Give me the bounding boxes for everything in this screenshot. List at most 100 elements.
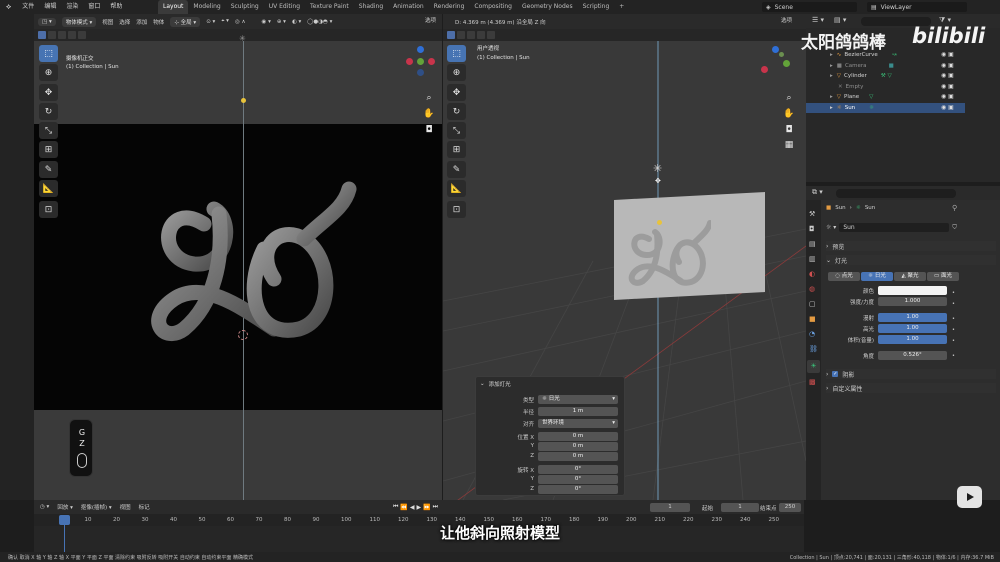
render-tab-icon[interactable]: ◘ [809,225,815,233]
cursor-tool-icon[interactable]: ⊕ [39,64,58,81]
properties-editor-icon[interactable]: ⧉ ▾ [812,188,823,197]
play-icon[interactable]: ▶ [417,504,422,511]
display-mode-icon[interactable]: ▤ ▾ [834,16,846,24]
adj-align-dropdown[interactable]: 世界环境 ▾ [538,419,618,428]
x-neg-axis-icon[interactable] [428,58,435,65]
diffuse-field[interactable]: 1.00 [878,313,947,322]
color-swatch[interactable] [878,286,947,295]
light-data-tab-icon[interactable]: ☀ [807,360,820,373]
eye-icon[interactable]: ◉ ▣ [941,71,965,82]
transform-tool-icon-r[interactable]: ⊞ [447,141,466,158]
camera-view-icon[interactable]: ◘ [423,124,435,136]
orientation-dropdown[interactable]: ⊹ 全局 ▾ [170,16,201,27]
rotate-tool-icon-r[interactable]: ↻ [447,103,466,120]
expand-icon[interactable]: ▸ [830,105,833,111]
point-light-button[interactable]: ◌ 点光 [828,272,860,281]
options-dropdown-r[interactable]: 选项 [781,16,792,24]
tab-geometry-nodes[interactable]: Geometry Nodes [517,0,578,14]
adj-loc-z-field[interactable]: 0 m [538,452,618,461]
custom-properties-header[interactable]: › 自定义属性 [826,383,996,393]
physics-tab-icon[interactable]: ◔ [809,330,815,338]
adj-rot-z-field[interactable]: 0° [538,485,618,494]
properties-search-input[interactable] [836,189,956,198]
sun-handle-r[interactable] [657,220,662,225]
select-mode-extend-icon-r[interactable] [457,31,465,39]
expand-icon[interactable]: ▸ [830,52,833,58]
next-key-icon[interactable]: ⏩ [423,504,430,511]
x-axis-icon-r[interactable] [761,66,768,73]
shadow-checkbox[interactable]: ✓ [832,371,839,377]
area-light-button[interactable]: ▭ 面光 [927,272,959,281]
select-mode-invert-icon-r[interactable] [477,31,485,39]
menu-help[interactable]: 帮助 [105,0,127,14]
menu-select[interactable]: 选择 [119,18,130,26]
pivot-icon[interactable]: ⊙ ▾ [206,19,215,25]
select-mode-extend-icon[interactable] [48,31,56,39]
jump-end-icon[interactable]: ⏭ [433,503,438,511]
menu-view-tl[interactable]: 视图 [120,503,131,511]
keyframe-dot-angle[interactable]: • [952,353,955,359]
jump-start-icon[interactable]: ⏮ [393,503,398,511]
move-tool-icon[interactable]: ✥ [39,84,58,101]
current-frame-field[interactable]: 1 [650,503,690,512]
menu-playback[interactable]: 回放 ▾ [57,503,73,511]
sun-light-button[interactable]: ☼ 日光 [861,272,893,281]
keyframe-dots-2[interactable]: • • • [952,314,955,347]
texture-tab-icon[interactable]: ▩ [809,378,816,386]
fake-user-icon[interactable]: ⛉ [952,224,957,232]
select-box-tool-icon[interactable]: ⬚ [39,45,58,62]
editor-type-button[interactable]: ◳ ▾ [38,17,56,26]
adj-loc-x-field[interactable]: 0 m [538,432,618,441]
y-neg-axis-icon-r[interactable] [779,52,784,57]
properties-panel[interactable]: ⧉ ▾ ⚒ ◘ ▤ ▥ ◐ ◍ ▢ ■ ◔ ⛓ ☀ ▩ ■ Sun › ☼ Su… [806,186,1000,500]
sun-handle[interactable] [241,98,246,103]
world-tab-icon[interactable]: ◍ [809,285,815,293]
adj-loc-y-field[interactable]: 0 m [538,442,618,451]
visibility-toggles[interactable]: ◉ ▣ ◉ ▣ ◉ ▣ ◉ ▣ ◉ ▣ ◉ ▣ [941,50,965,113]
object-mode-dropdown[interactable]: 物体模式 ▾ [61,16,97,27]
bilibili-tv-icon[interactable] [957,486,982,508]
eye-icon[interactable]: ◉ ▣ [941,103,965,114]
tab-modeling[interactable]: Modeling [188,0,225,14]
adjust-panel-header[interactable]: ⌄ 添加灯光 [480,380,511,388]
datablock-name-field[interactable]: Sun [839,223,950,232]
expand-icon[interactable]: ▸ [830,94,833,100]
add-cube-tool-icon[interactable]: ⊡ [39,201,58,218]
adj-rot-x-field[interactable]: 0° [538,465,618,474]
zoom-icon-r[interactable]: ⌕ [783,92,795,104]
blender-logo-icon[interactable]: ⟡ [6,2,11,12]
z-neg-axis-icon[interactable] [417,69,424,76]
add-cube-tool-icon-r[interactable]: ⊡ [447,201,466,218]
select-box-tool-icon-r[interactable]: ⬚ [447,45,466,62]
keyframe-dots[interactable]: • • [952,288,955,310]
snap-icon[interactable]: ⌖ ▾ [221,18,229,25]
menu-keying[interactable]: 抠像(插帧) ▾ [81,503,112,511]
tool-tab-icon[interactable]: ⚒ [809,210,815,218]
view-layer-tab-icon[interactable]: ▥ [809,255,816,263]
menu-marker[interactable]: 标记 [139,503,150,511]
play-reverse-icon[interactable]: ◀ [410,504,415,511]
z-axis-icon[interactable] [417,46,424,53]
timeline-editor-icon[interactable]: ◷ ▾ [40,504,49,510]
menu-render[interactable]: 渲染 [61,0,83,14]
transform-tool-icon[interactable]: ⊞ [39,141,58,158]
end-frame-field[interactable]: 250 [779,503,801,512]
grid-toggle-icon[interactable]: ▦ [783,139,795,151]
rotate-tool-icon[interactable]: ↻ [39,103,58,120]
proportional-icon[interactable]: ◎ ∧ [235,19,246,25]
volume-field[interactable]: 1.00 [878,335,947,344]
measure-tool-icon[interactable]: 📐 [39,180,58,197]
shading-icons[interactable]: ◯●◑◓ ▾ [307,19,332,25]
menu-object[interactable]: 物体 [153,18,164,26]
visibility-icon[interactable]: ◉ ▾ [262,19,271,25]
eye-icon[interactable]: ◉ ▣ [941,92,965,103]
navigation-gizmo[interactable] [406,46,436,76]
sun-lamp-icon[interactable]: ✳ [653,162,662,175]
zoom-icon[interactable]: ⌕ [423,92,435,104]
tab-sculpting[interactable]: Sculpting [226,0,264,14]
adj-rot-y-field[interactable]: 0° [538,475,618,484]
view-layer-selector[interactable]: ▤ ViewLayer [867,2,967,12]
y-axis-icon[interactable] [417,58,424,65]
adj-radius-field[interactable]: 1 m [538,407,618,416]
eye-icon[interactable]: ◉ ▣ [941,50,965,61]
